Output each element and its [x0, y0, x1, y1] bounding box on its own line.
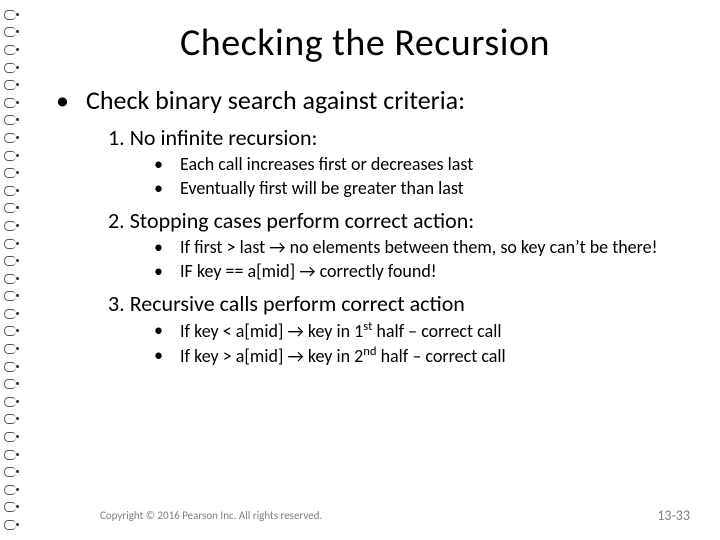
sub-item: •If key < a[mid] → key in 1st half – cor… — [154, 319, 680, 343]
slide: Checking the Recursion •Check binary sea… — [0, 0, 720, 540]
sub-item: •Eventually first will be greater than l… — [154, 177, 680, 200]
bullet-dot: • — [154, 177, 180, 200]
item-heading: 2. Stopping cases perform correct action… — [108, 207, 680, 234]
sub-list: •Each call increases first or decreases … — [154, 153, 680, 199]
bullet-level-1: •Check binary search against criteria: — [56, 84, 680, 116]
sub-text: IF key == a[mid] → correctly found! — [180, 260, 680, 283]
item-number: 3. — [108, 290, 125, 317]
sub-item: •If first > last → no elements between t… — [154, 236, 680, 259]
page-number: 13-33 — [657, 507, 690, 524]
list-item: 1. No infinite recursion: •Each call inc… — [108, 124, 680, 199]
sub-list: •If key < a[mid] → key in 1st half – cor… — [154, 319, 680, 367]
bullet-dot: • — [56, 84, 86, 116]
sub-text: If key > a[mid] → key in 2nd half – corr… — [180, 344, 680, 368]
item-text: Stopping cases perform correct action: — [130, 207, 474, 234]
item-heading: 1. No infinite recursion: — [108, 124, 680, 151]
sub-text: If first > last → no elements between th… — [180, 236, 680, 259]
bullet-dot: • — [154, 260, 180, 283]
copyright: Copyright © 2016 Pearson Inc. All rights… — [100, 509, 322, 522]
list-item: 2. Stopping cases perform correct action… — [108, 207, 680, 282]
item-number: 1. — [108, 124, 125, 151]
bullet-dot: • — [154, 319, 180, 343]
item-text: Recursive calls perform correct action — [130, 290, 465, 317]
bullet-dot: • — [154, 153, 180, 176]
sub-item: •If key > a[mid] → key in 2nd half – cor… — [154, 344, 680, 368]
bullet-text: Check binary search against criteria: — [86, 84, 465, 116]
numbered-list: 1. No infinite recursion: •Each call inc… — [108, 124, 680, 367]
sub-text: Eventually first will be greater than la… — [180, 177, 680, 200]
slide-title: Checking the Recursion — [50, 20, 680, 66]
item-text: No infinite recursion: — [130, 124, 318, 151]
sub-text: Each call increases first or decreases l… — [180, 153, 680, 176]
item-number: 2. — [108, 207, 125, 234]
bullet-dot: • — [154, 344, 180, 368]
list-item: 3. Recursive calls perform correct actio… — [108, 290, 680, 367]
sub-text: If key < a[mid] → key in 1st half – corr… — [180, 319, 680, 343]
bullet-dot: • — [154, 236, 180, 259]
sub-list: •If first > last → no elements between t… — [154, 236, 680, 282]
item-heading: 3. Recursive calls perform correct actio… — [108, 290, 680, 317]
sub-item: •Each call increases first or decreases … — [154, 153, 680, 176]
sub-item: •IF key == a[mid] → correctly found! — [154, 260, 680, 283]
